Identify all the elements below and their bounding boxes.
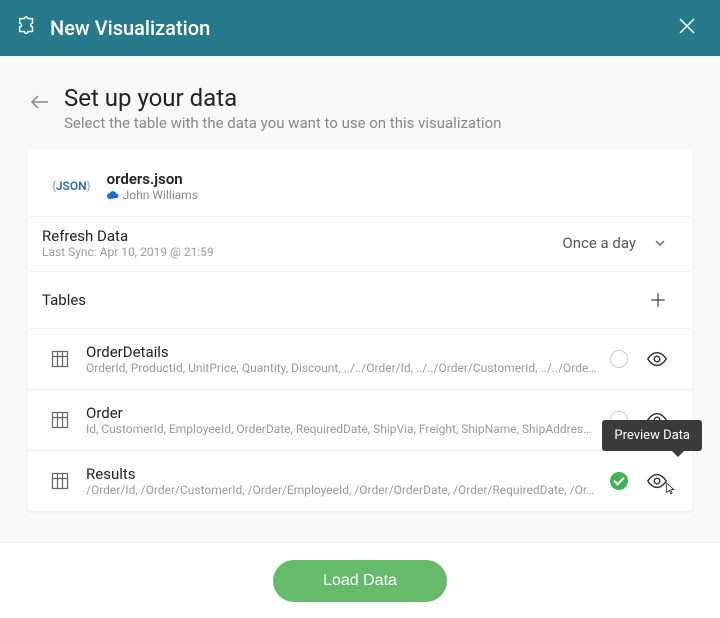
refresh-frequency-label: Once a day [562, 234, 636, 252]
setup-card: JSON orders.json John Williams Refresh D… [28, 150, 692, 511]
table-icon [50, 410, 70, 430]
table-name: Order [86, 404, 610, 422]
preview-icon[interactable] [646, 348, 668, 370]
footer: Load Data [0, 542, 720, 618]
table-icon [50, 349, 70, 369]
preview-icon[interactable] [646, 470, 668, 492]
preview-tooltip: Preview Data [602, 420, 702, 451]
table-row[interactable]: Order Id, CustomerId, EmployeeId, OrderD… [28, 389, 692, 450]
table-columns: Id, CustomerId, EmployeeId, OrderDate, R… [86, 422, 610, 436]
load-data-button[interactable]: Load Data [273, 560, 447, 602]
select-radio[interactable] [610, 472, 628, 490]
chevron-down-icon [652, 235, 668, 251]
heading-subtitle: Select the table with the data you want … [64, 114, 501, 132]
puzzle-icon [16, 15, 38, 41]
json-badge: JSON [52, 179, 91, 193]
tables-label: Tables [42, 291, 648, 309]
table-columns: /Order/Id, /Order/CustomerId, /Order/Emp… [86, 483, 610, 497]
page-title: New Visualization [50, 16, 670, 40]
datasource-owner: John Williams [107, 188, 198, 202]
datasource-owner-name: John Williams [123, 188, 198, 202]
tables-section-header: Tables [28, 272, 692, 328]
table-columns: OrderId, ProductId, UnitPrice, Quantity,… [86, 361, 610, 375]
datasource-row: JSON orders.json John Williams [28, 150, 692, 217]
table-row[interactable]: OrderDetails OrderId, ProductId, UnitPri… [28, 328, 692, 389]
cloud-icon [107, 189, 119, 201]
table-name: OrderDetails [86, 343, 610, 361]
select-radio[interactable] [610, 350, 628, 368]
refresh-frequency-dropdown[interactable]: Once a day [562, 234, 668, 252]
heading-title: Set up your data [64, 84, 501, 112]
refresh-row[interactable]: Refresh Data Last Sync: Apr 10, 2019 @ 2… [28, 217, 692, 272]
refresh-last-sync: Last Sync: Apr 10, 2019 @ 21:59 [42, 245, 562, 259]
close-button[interactable] [670, 9, 704, 47]
add-table-button[interactable] [648, 290, 668, 310]
titlebar: New Visualization [0, 0, 720, 56]
refresh-title: Refresh Data [42, 227, 562, 245]
datasource-filename: orders.json [107, 170, 198, 188]
table-icon [50, 471, 70, 491]
table-name: Results [86, 465, 610, 483]
table-row[interactable]: Results /Order/Id, /Order/CustomerId, /O… [28, 450, 692, 511]
back-button[interactable] [28, 84, 56, 118]
